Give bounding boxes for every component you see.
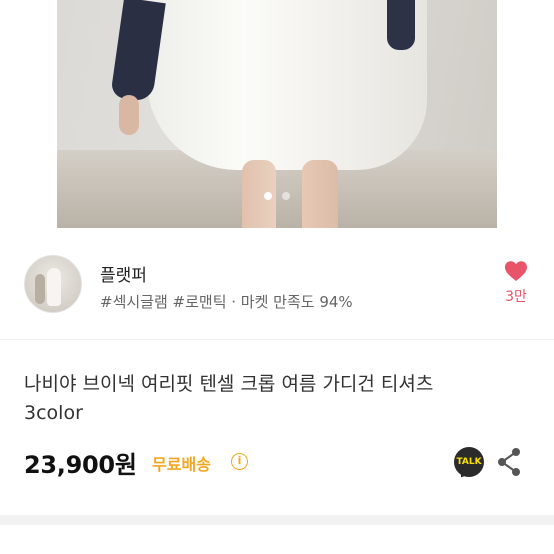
share-icon[interactable] bbox=[496, 447, 522, 477]
product-title-line-2: 3color bbox=[24, 402, 83, 424]
price-row: 23,900원 무료배송 i TALK bbox=[24, 445, 534, 481]
like-count: 3만 bbox=[505, 289, 527, 305]
gallery-dot-2[interactable] bbox=[282, 192, 290, 200]
product-price: 23,900원 bbox=[24, 451, 137, 479]
product-title: 나비야 브이넥 여리핏 텐셀 크롭 여름 가디건 티셔츠 3color bbox=[24, 370, 534, 428]
gallery-pagination bbox=[0, 192, 554, 202]
shop-avatar[interactable] bbox=[24, 255, 82, 313]
gallery-dot-1[interactable] bbox=[264, 192, 272, 200]
avatar-figure-front bbox=[47, 268, 61, 306]
section-divider bbox=[0, 515, 554, 525]
photo-skirt bbox=[147, 0, 427, 170]
product-title-line-1: 나비야 브이넥 여리핏 텐셀 크롭 여름 가디건 티셔츠 bbox=[24, 373, 434, 395]
like-button[interactable]: 3만 bbox=[500, 260, 532, 306]
shop-tags: #섹시글램 #로맨틱 · 마켓 만족도 94% bbox=[100, 293, 353, 311]
photo-hand bbox=[119, 95, 139, 135]
heart-icon bbox=[505, 261, 527, 281]
product-image-gallery[interactable] bbox=[0, 0, 554, 228]
shop-name[interactable]: 플랫퍼 bbox=[100, 261, 147, 286]
avatar-figure-back bbox=[35, 274, 45, 304]
shipping-info-icon[interactable]: i bbox=[231, 453, 248, 470]
photo-sleeve-right bbox=[387, 0, 415, 50]
free-shipping-label: 무료배송 bbox=[152, 455, 211, 474]
shop-info-row[interactable]: 플랫퍼 #섹시글램 #로맨틱 · 마켓 만족도 94% 3만 bbox=[0, 228, 554, 340]
